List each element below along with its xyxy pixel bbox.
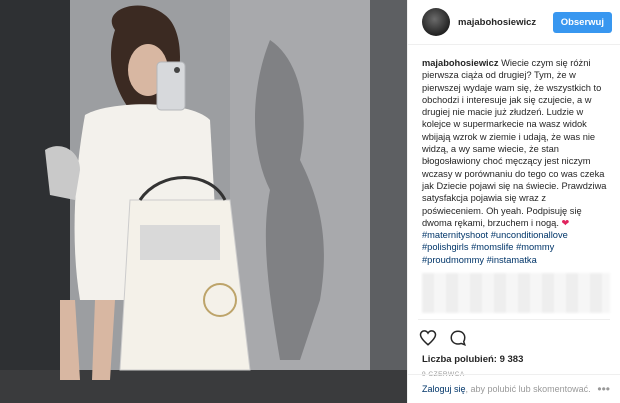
caption-author[interactable]: majabohosiewicz xyxy=(422,58,498,68)
hashtag[interactable]: #proudmommy xyxy=(422,255,484,265)
blurred-comments xyxy=(422,273,610,313)
post-header: majabohosiewicz Obserwuj xyxy=(408,0,620,45)
hashtag[interactable]: #momslife xyxy=(471,242,513,252)
hashtag[interactable]: #mommy xyxy=(516,242,554,252)
hashtag[interactable]: #maternityshoot xyxy=(422,230,488,240)
post-sidebar: majabohosiewicz Obserwuj majabohosiewicz… xyxy=(407,0,620,403)
login-link[interactable]: Zaloguj się xyxy=(422,384,466,394)
comment-bar: Zaloguj się , aby polubić lub skomentowa… xyxy=(408,374,620,403)
instagram-post: majabohosiewicz Obserwuj majabohosiewicz… xyxy=(0,0,620,403)
heart-outline-icon[interactable] xyxy=(418,328,438,348)
hashtag[interactable]: #instamatka xyxy=(487,255,537,265)
post-actions xyxy=(418,319,610,348)
avatar[interactable] xyxy=(422,8,450,36)
follow-button[interactable]: Obserwuj xyxy=(552,11,612,33)
post-photo[interactable] xyxy=(0,0,407,403)
username[interactable]: majabohosiewicz xyxy=(458,17,553,28)
caption-text: Wiecie czym się różni pierwsza ciąża od … xyxy=(422,58,607,228)
likes-count: Liczba polubień: 9 383 xyxy=(422,354,524,365)
red-heart-icon: ❤ xyxy=(561,217,570,228)
comment-prompt: , aby polubić lub skomentować. xyxy=(465,384,591,394)
comment-bubble-icon[interactable] xyxy=(448,328,468,348)
hashtag[interactable]: #polishgirls xyxy=(422,242,469,252)
more-dots-icon[interactable]: ••• xyxy=(597,382,610,396)
post-caption: majabohosiewicz Wiecie czym się różni pi… xyxy=(408,45,620,267)
photo-illustration xyxy=(0,0,407,403)
hashtag[interactable]: #unconditionallove xyxy=(491,230,568,240)
